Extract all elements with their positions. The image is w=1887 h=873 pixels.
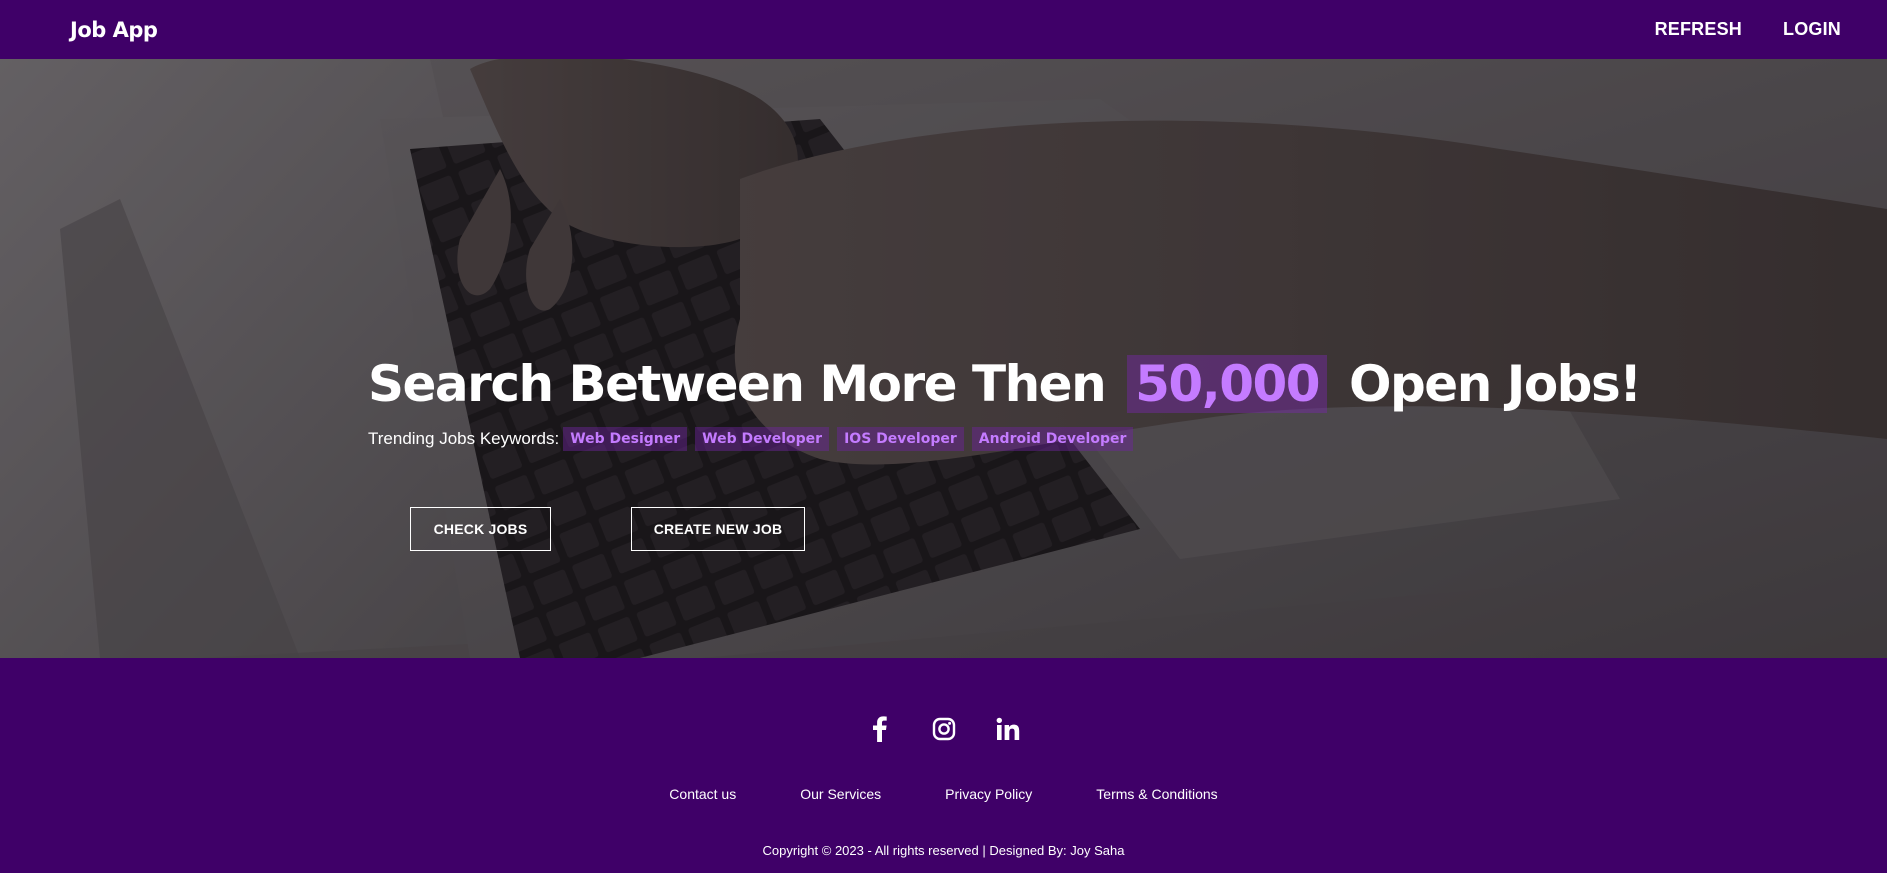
trending-keywords: Trending Jobs Keywords: Web Designer Web… (368, 427, 1641, 451)
nav-links: REFRESH LOGIN (1655, 19, 1841, 40)
facebook-icon[interactable] (866, 715, 894, 743)
trending-label: Trending Jobs Keywords: (368, 429, 560, 448)
headline-suffix: Open Jobs! (1349, 355, 1642, 413)
instagram-icon[interactable] (930, 715, 958, 743)
social-links (0, 715, 1887, 743)
check-jobs-button[interactable]: CHECK JOBS (410, 507, 551, 551)
keyword-web-designer[interactable]: Web Designer (563, 427, 688, 451)
footer-link-terms[interactable]: Terms & Conditions (1096, 786, 1217, 802)
brand-logo[interactable]: Job App (70, 18, 158, 42)
footer-links: Contact us Our Services Privacy Policy T… (0, 786, 1887, 802)
keyword-android-developer[interactable]: Android Developer (971, 427, 1134, 451)
login-link[interactable]: LOGIN (1783, 19, 1841, 40)
footer-link-contact[interactable]: Contact us (669, 786, 736, 802)
headline-prefix: Search Between More Then (368, 355, 1107, 413)
keyword-ios-developer[interactable]: IOS Developer (837, 427, 964, 451)
keyword-web-developer[interactable]: Web Developer (695, 427, 830, 451)
linkedin-icon[interactable] (994, 715, 1022, 743)
refresh-link[interactable]: REFRESH (1655, 19, 1742, 40)
copyright-text: Copyright © 2023 - All rights reserved |… (762, 843, 1125, 858)
open-jobs-count: 50,000 (1127, 355, 1328, 413)
hero-content: Search Between More Then 50,000 Open Job… (368, 355, 1642, 451)
footer-link-services[interactable]: Our Services (800, 786, 881, 802)
footer: Contact us Our Services Privacy Policy T… (0, 658, 1887, 873)
create-new-job-button[interactable]: CREATE NEW JOB (631, 507, 805, 551)
top-navbar: Job App REFRESH LOGIN (0, 0, 1887, 59)
footer-link-privacy[interactable]: Privacy Policy (945, 786, 1032, 802)
hero-section: Search Between More Then 50,000 Open Job… (0, 59, 1887, 658)
hero-headline: Search Between More Then 50,000 Open Job… (368, 355, 1642, 413)
